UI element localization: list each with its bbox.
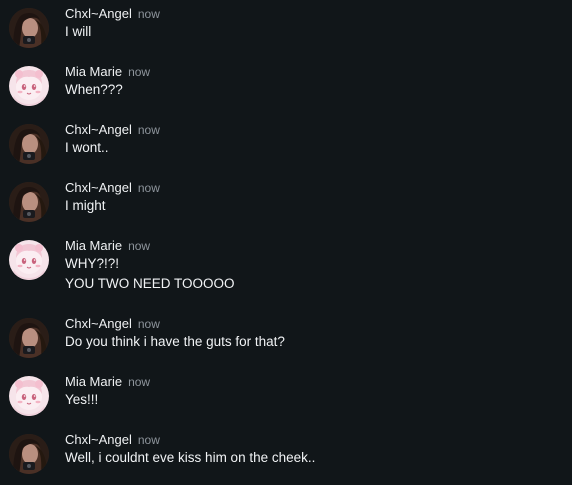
message-timestamp: now <box>137 181 160 195</box>
message-body: I will <box>65 22 91 42</box>
message-text: Well, i couldnt eve kiss him on the chee… <box>65 450 316 465</box>
user-avatar[interactable] <box>9 124 49 164</box>
message-timestamp: now <box>137 317 160 331</box>
user-avatar[interactable] <box>9 66 49 106</box>
message-body: I wont.. <box>65 138 109 158</box>
message-body: Well, i couldnt eve kiss him on the chee… <box>65 448 315 468</box>
author-name[interactable]: Chxl~Angel <box>65 180 132 195</box>
message-text: I might <box>65 198 106 213</box>
author-name[interactable]: Mia Marie <box>65 238 122 253</box>
author-name[interactable]: Mia Marie <box>65 374 122 389</box>
message-header: Chxl~Angel now <box>65 180 160 196</box>
user-avatar[interactable] <box>9 434 49 474</box>
user-avatar[interactable] <box>9 182 49 222</box>
user-avatar[interactable] <box>9 376 49 416</box>
message-timestamp: now <box>137 7 160 21</box>
message-text: Do you think i have the guts for that? <box>65 334 285 349</box>
message-header: Chxl~Angel now <box>65 6 160 22</box>
message-body: I might <box>65 196 106 216</box>
message-body: WHY?!?! YOU TWO NEED TOOOOO <box>65 254 235 294</box>
user-avatar[interactable] <box>9 240 49 280</box>
author-name[interactable]: Chxl~Angel <box>65 432 132 447</box>
message-timestamp: now <box>128 239 151 253</box>
message-text: YOU TWO NEED TOOOOO <box>65 276 235 291</box>
message-body: When??? <box>65 80 123 100</box>
message-timestamp: now <box>128 375 151 389</box>
message-text: When??? <box>65 82 123 97</box>
message-header: Mia Marie now <box>65 64 150 80</box>
message-text: I will <box>65 24 92 39</box>
author-name[interactable]: Chxl~Angel <box>65 316 132 331</box>
chat-message-list: Chxl~Angel now I will Mia Marie now When??? … <box>0 0 572 485</box>
message-timestamp: now <box>128 65 151 79</box>
message-timestamp: now <box>137 123 160 137</box>
message-header: Mia Marie now <box>65 238 150 254</box>
message-text: Yes!!! <box>65 392 99 407</box>
message-header: Chxl~Angel now <box>65 122 160 138</box>
author-name[interactable]: Chxl~Angel <box>65 6 132 21</box>
message-header: Mia Marie now <box>65 374 150 390</box>
user-avatar[interactable] <box>9 8 49 48</box>
message-text: WHY?!?! <box>65 256 120 271</box>
message-header: Chxl~Angel now <box>65 316 160 332</box>
message-body: Yes!!! <box>65 390 98 410</box>
message-timestamp: now <box>137 433 160 447</box>
message-body: Do you think i have the guts for that? <box>65 332 285 352</box>
author-name[interactable]: Mia Marie <box>65 64 122 79</box>
author-name[interactable]: Chxl~Angel <box>65 122 132 137</box>
message-header: Chxl~Angel now <box>65 432 160 448</box>
message-text: I wont.. <box>65 140 109 155</box>
user-avatar[interactable] <box>9 318 49 358</box>
